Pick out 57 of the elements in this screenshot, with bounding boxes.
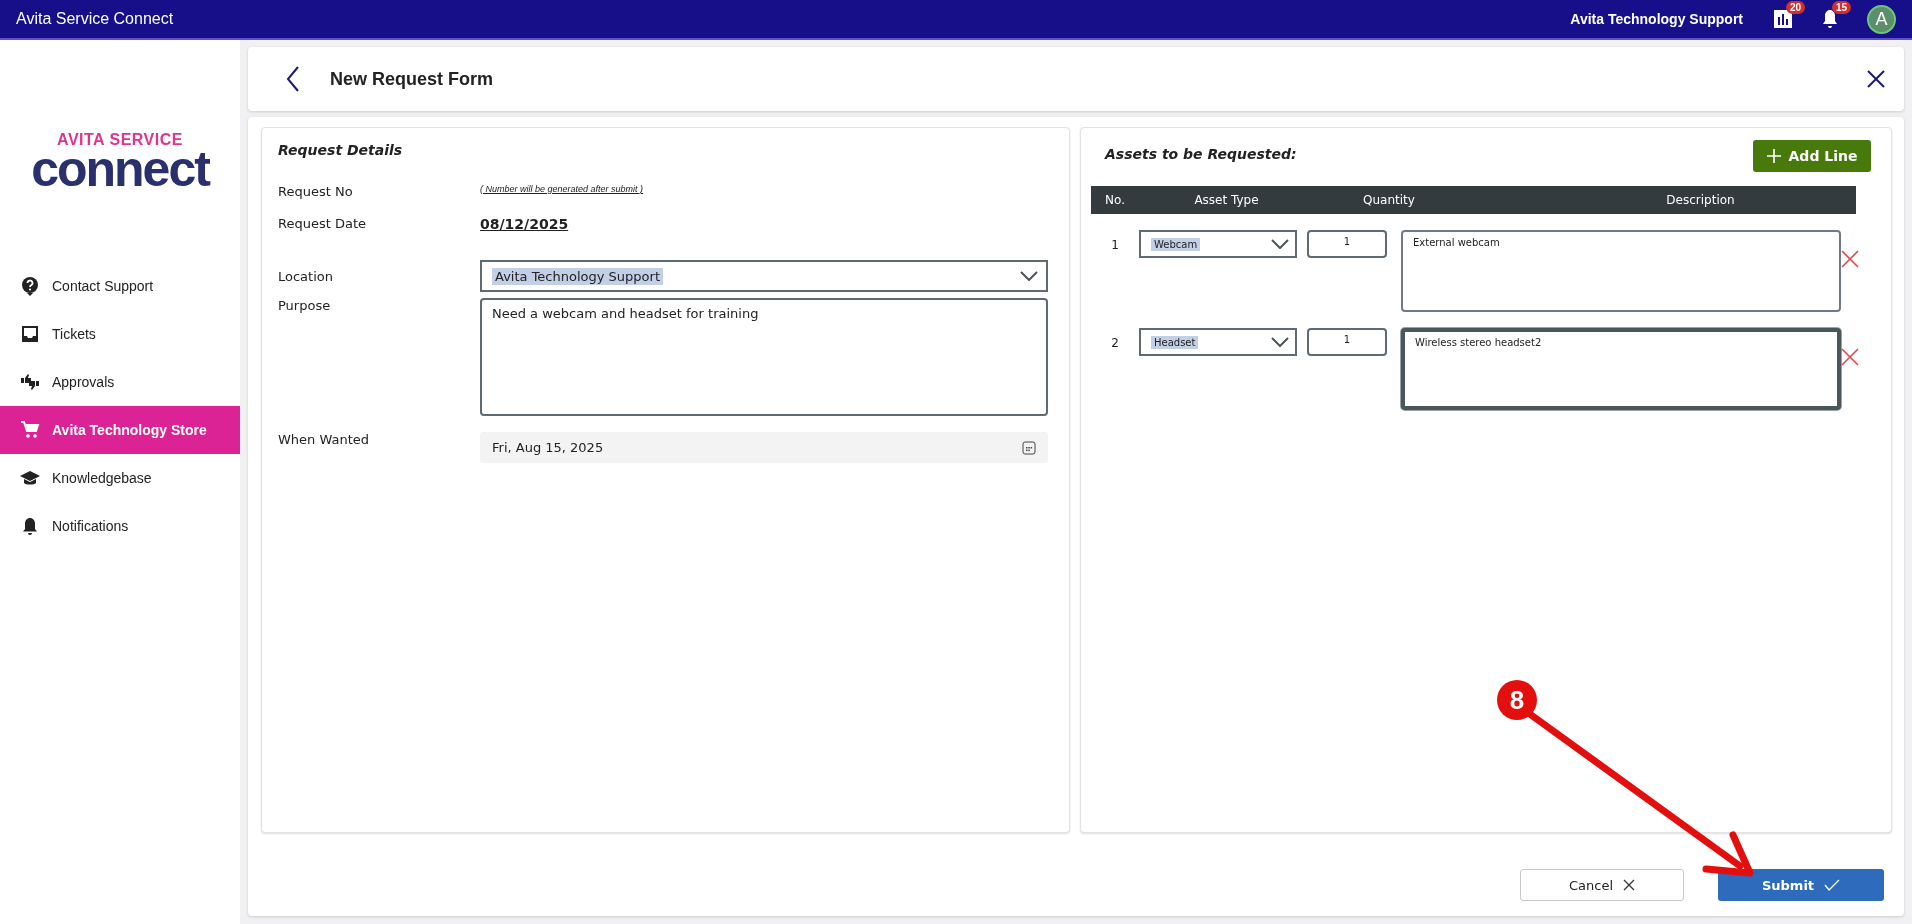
column-header: Quantity bbox=[1362, 193, 1416, 207]
avatar[interactable]: A bbox=[1867, 4, 1896, 34]
bell-icon bbox=[20, 516, 40, 536]
helper-text: ( Number will be generated after submit ) bbox=[480, 184, 644, 194]
delete-icon[interactable] bbox=[1841, 348, 1859, 366]
thumbs-icon bbox=[20, 372, 40, 392]
tray-icon bbox=[20, 324, 40, 344]
submit-button[interactable]: Submit bbox=[1718, 869, 1884, 901]
cart-icon bbox=[20, 420, 40, 440]
back-icon[interactable] bbox=[286, 66, 300, 92]
cancel-button[interactable]: Cancel bbox=[1520, 869, 1684, 901]
quantity-field[interactable]: 1 bbox=[1307, 230, 1387, 258]
sidebar-item[interactable]: Avita Technology Store bbox=[0, 406, 240, 454]
user-name: Avita Technology Support bbox=[1570, 11, 1743, 27]
sidebar-item[interactable]: Notifications bbox=[0, 502, 240, 550]
date-value: 08/12/2025 bbox=[480, 216, 569, 232]
app-title: Avita Service Connect bbox=[16, 10, 175, 28]
calendar-icon[interactable] bbox=[1022, 440, 1036, 455]
section-title: Assets to be Requested: bbox=[1105, 146, 1297, 162]
check-icon bbox=[1824, 879, 1841, 891]
chevron-down-icon bbox=[1271, 337, 1289, 347]
delete-icon[interactable] bbox=[1841, 250, 1859, 268]
field-label: Purpose bbox=[278, 298, 332, 313]
column-header: No. bbox=[1104, 193, 1126, 207]
asset-type-dropdown[interactable]: Webcam bbox=[1139, 230, 1297, 258]
sidebar-item[interactable]: Contact Support bbox=[0, 262, 240, 310]
quantity-field[interactable]: 1 bbox=[1307, 328, 1387, 356]
plus-icon bbox=[1766, 149, 1781, 163]
close-icon bbox=[1623, 879, 1635, 891]
column-header: Asset Type bbox=[1193, 193, 1260, 207]
date-picker[interactable]: Fri, Aug 15, 2025 bbox=[480, 432, 1048, 463]
chevron-down-icon bbox=[1020, 271, 1038, 281]
field-label: Request Date bbox=[278, 216, 367, 231]
add-line-button[interactable]: Add Line bbox=[1753, 140, 1871, 172]
sidebar-item[interactable]: Knowledgebase bbox=[0, 454, 240, 502]
section-title: Request Details bbox=[278, 142, 404, 158]
sidebar-item[interactable]: Approvals bbox=[0, 358, 240, 406]
chevron-down-icon bbox=[1271, 239, 1289, 249]
field-label: Location bbox=[278, 268, 334, 284]
description-field[interactable]: Wireless stereo headset2 bbox=[1401, 328, 1841, 410]
column-header: Description bbox=[1665, 193, 1736, 207]
description-field[interactable]: External webcam bbox=[1401, 230, 1841, 312]
count-badge: 20 bbox=[1785, 1, 1805, 14]
row-number: 1 bbox=[1110, 237, 1120, 252]
row-number: 2 bbox=[1110, 335, 1120, 350]
location-dropdown[interactable]: Avita Technology Support bbox=[480, 260, 1048, 292]
close-icon[interactable] bbox=[1866, 69, 1886, 89]
count-badge: 15 bbox=[1831, 1, 1851, 14]
purpose-field[interactable]: Need a webcam and headset for training bbox=[480, 298, 1048, 416]
bell-icon[interactable] bbox=[1821, 9, 1839, 29]
field-label: Request No bbox=[278, 184, 354, 199]
chart-icon[interactable] bbox=[1773, 9, 1793, 29]
field-label: When Wanted bbox=[278, 432, 371, 447]
sidebar-item[interactable]: Tickets bbox=[0, 310, 240, 358]
help-icon bbox=[20, 276, 40, 296]
page-title: New Request Form bbox=[330, 68, 495, 90]
asset-type-dropdown[interactable]: Headset bbox=[1139, 328, 1297, 356]
